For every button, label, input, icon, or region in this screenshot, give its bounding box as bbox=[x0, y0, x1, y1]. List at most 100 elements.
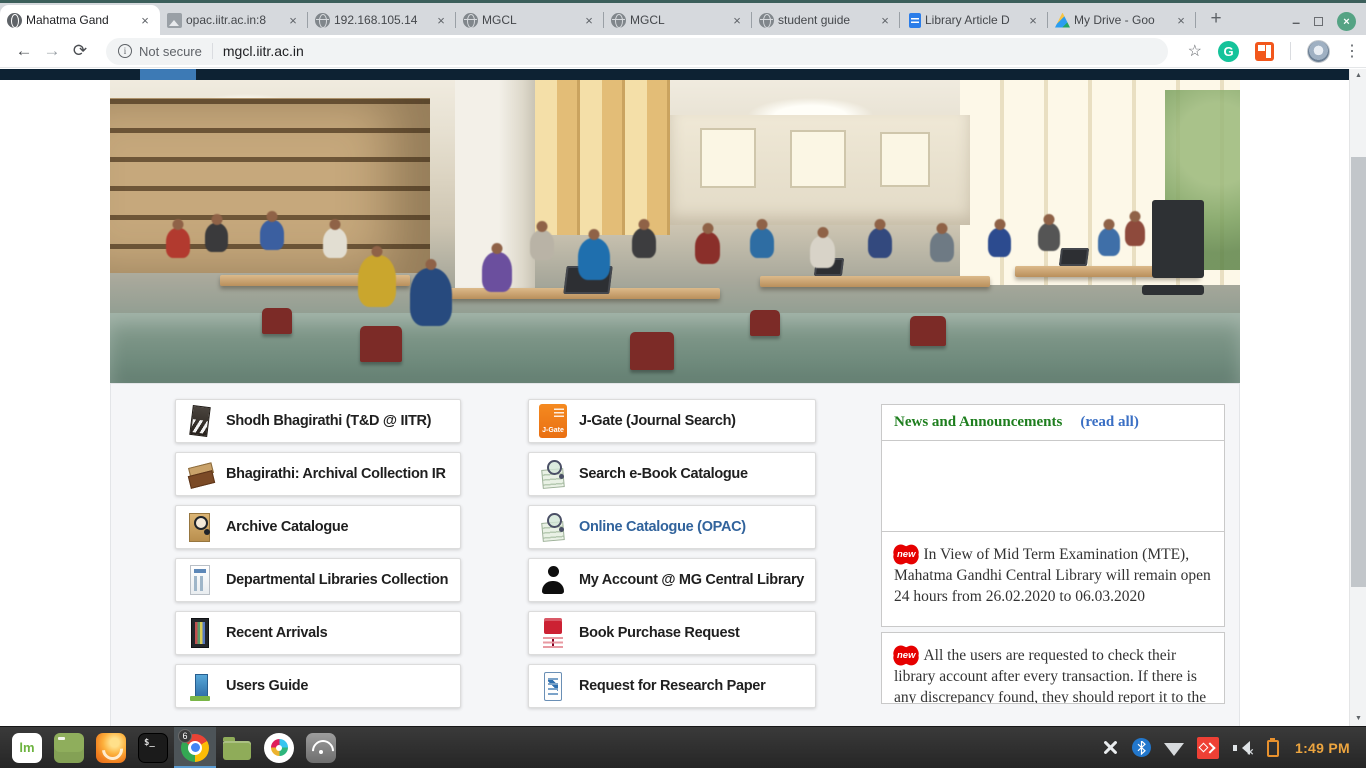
archive-box-icon bbox=[186, 457, 214, 491]
link-request-research-paper[interactable]: Request for Research Paper bbox=[528, 664, 816, 708]
globe-favicon bbox=[463, 13, 478, 28]
system-tray: 1:49 PM bbox=[1102, 737, 1360, 759]
volume-muted-icon[interactable] bbox=[1232, 739, 1254, 757]
slack-icon bbox=[264, 733, 294, 763]
back-icon[interactable]: ← bbox=[10, 41, 38, 61]
tab-close-icon[interactable] bbox=[433, 12, 449, 28]
scroll-up-arrow[interactable]: ▲ bbox=[1350, 69, 1366, 83]
news-header-box: News and Announcements (read all) bbox=[881, 404, 1225, 532]
close-icon[interactable] bbox=[1337, 12, 1356, 31]
scrollbar-thumb[interactable] bbox=[1351, 157, 1366, 587]
taskbar-clock[interactable]: 1:49 PM bbox=[1295, 740, 1350, 756]
wifi-icon[interactable] bbox=[1164, 743, 1184, 756]
restore-icon[interactable] bbox=[1314, 17, 1323, 26]
tab-title: MGCL bbox=[630, 13, 725, 27]
tab-title: opac.iitr.ac.in:8 bbox=[186, 13, 281, 27]
link-shodh-bhagirathi[interactable]: Shodh Bhagirathi (T&D @ IITR) bbox=[175, 399, 461, 443]
mint-menu-button[interactable] bbox=[6, 727, 48, 768]
minimize-icon[interactable] bbox=[1292, 14, 1300, 30]
clipboard-pencil-icon bbox=[539, 669, 567, 703]
globe-favicon bbox=[7, 13, 22, 28]
bookshelf-icon bbox=[186, 616, 214, 650]
browser-toolbar: ← → ⟳ Not secure mgcl.iitr.ac.in bbox=[0, 35, 1366, 68]
tab-close-icon[interactable] bbox=[1025, 12, 1041, 28]
forward-icon[interactable]: → bbox=[38, 41, 66, 61]
battery-icon[interactable] bbox=[1267, 740, 1279, 757]
gdrive-favicon bbox=[1055, 13, 1070, 28]
profile-avatar[interactable] bbox=[1307, 40, 1330, 63]
link-online-catalogue-opac[interactable]: Online Catalogue (OPAC) bbox=[528, 505, 816, 549]
tab-close-icon[interactable] bbox=[729, 12, 745, 28]
news-read-all-link[interactable]: (read all) bbox=[1080, 414, 1138, 431]
link-departmental-libraries[interactable]: Departmental Libraries Collection bbox=[175, 558, 461, 602]
slack-tray-icon[interactable] bbox=[1098, 735, 1122, 759]
info-icon[interactable] bbox=[118, 44, 132, 58]
tab-title: My Drive - Goo bbox=[1074, 13, 1169, 27]
vertical-scrollbar[interactable]: ▲ ▼ bbox=[1349, 69, 1366, 726]
link-book-purchase-request[interactable]: Book Purchase Request bbox=[528, 611, 816, 655]
globe-favicon bbox=[759, 13, 774, 28]
address-bar[interactable]: Not secure mgcl.iitr.ac.in bbox=[106, 38, 1168, 65]
grammarly-icon[interactable] bbox=[1218, 41, 1239, 62]
tab-title: MGCL bbox=[482, 13, 577, 27]
slack-launcher[interactable] bbox=[258, 727, 300, 768]
button-label: My Account @ MG Central Library bbox=[579, 572, 804, 588]
chrome-launcher[interactable]: 6 bbox=[174, 727, 216, 768]
screen: Mahatma Gand opac.iitr.ac.in:8 192.168.1… bbox=[0, 0, 1366, 768]
reload-icon[interactable]: ⟳ bbox=[66, 41, 94, 61]
button-label: Bhagirathi: Archival Collection IR bbox=[226, 466, 446, 482]
tab-student-guide[interactable]: student guide bbox=[752, 5, 900, 35]
button-label: Departmental Libraries Collection bbox=[226, 572, 448, 588]
jgate-icon bbox=[539, 404, 567, 438]
tab-mgcl-2[interactable]: MGCL bbox=[604, 5, 752, 35]
extension-icon[interactable] bbox=[1255, 42, 1274, 61]
tab-close-icon[interactable] bbox=[877, 12, 893, 28]
link-my-account[interactable]: My Account @ MG Central Library bbox=[528, 558, 816, 602]
person-icon bbox=[539, 563, 567, 597]
desktop-icon bbox=[54, 733, 84, 763]
mint-menu-icon bbox=[12, 733, 42, 763]
book-search-icon bbox=[539, 457, 567, 491]
wifi-settings-launcher[interactable] bbox=[300, 727, 342, 768]
link-recent-arrivals[interactable]: Recent Arrivals bbox=[175, 611, 461, 655]
middle-button-column: J-Gate (Journal Search) Search e-Book Ca… bbox=[528, 399, 816, 717]
anydesk-icon[interactable] bbox=[1197, 737, 1219, 759]
tab-my-drive[interactable]: My Drive - Goo bbox=[1048, 5, 1196, 35]
new-badge: new bbox=[894, 548, 918, 561]
button-label: Users Guide bbox=[226, 678, 308, 694]
divider bbox=[1290, 42, 1291, 60]
tab-title: Mahatma Gand bbox=[26, 13, 133, 27]
tab-ip-address[interactable]: 192.168.105.14 bbox=[308, 5, 456, 35]
link-users-guide[interactable]: Users Guide bbox=[175, 664, 461, 708]
files-launcher[interactable] bbox=[216, 727, 258, 768]
scroll-down-arrow[interactable]: ▼ bbox=[1350, 712, 1366, 726]
link-bhagirathi-archival[interactable]: Bhagirathi: Archival Collection IR bbox=[175, 452, 461, 496]
tab-mgcl-1[interactable]: MGCL bbox=[456, 5, 604, 35]
tab-library-article[interactable]: Library Article D bbox=[900, 5, 1048, 35]
bluetooth-icon[interactable] bbox=[1132, 738, 1151, 757]
link-ebook-catalogue[interactable]: Search e-Book Catalogue bbox=[528, 452, 816, 496]
tab-close-icon[interactable] bbox=[285, 12, 301, 28]
firefox-launcher[interactable] bbox=[90, 727, 132, 768]
nav-highlight bbox=[140, 69, 196, 80]
divider bbox=[212, 43, 213, 59]
globe-favicon bbox=[315, 13, 330, 28]
terminal-launcher[interactable] bbox=[132, 727, 174, 768]
star-icon[interactable] bbox=[1188, 41, 1202, 61]
button-label: Request for Research Paper bbox=[579, 678, 765, 694]
menu-icon[interactable] bbox=[1344, 49, 1350, 54]
tab-close-icon[interactable] bbox=[137, 12, 153, 28]
tab-opac[interactable]: opac.iitr.ac.in:8 bbox=[160, 5, 308, 35]
show-desktop-button[interactable] bbox=[48, 727, 90, 768]
button-label: Search e-Book Catalogue bbox=[579, 466, 748, 482]
tab-mahatma-gandhi[interactable]: Mahatma Gand bbox=[0, 5, 160, 35]
new-tab-button[interactable] bbox=[1202, 5, 1230, 33]
link-archive-catalogue[interactable]: Archive Catalogue bbox=[175, 505, 461, 549]
link-jgate[interactable]: J-Gate (Journal Search) bbox=[528, 399, 816, 443]
photo-figures bbox=[110, 80, 1240, 383]
news-item-text: All the users are requested to check the… bbox=[894, 647, 1206, 704]
button-label: Online Catalogue (OPAC) bbox=[579, 519, 746, 535]
button-label: Recent Arrivals bbox=[226, 625, 327, 641]
tab-close-icon[interactable] bbox=[581, 12, 597, 28]
tab-close-icon[interactable] bbox=[1173, 12, 1189, 28]
